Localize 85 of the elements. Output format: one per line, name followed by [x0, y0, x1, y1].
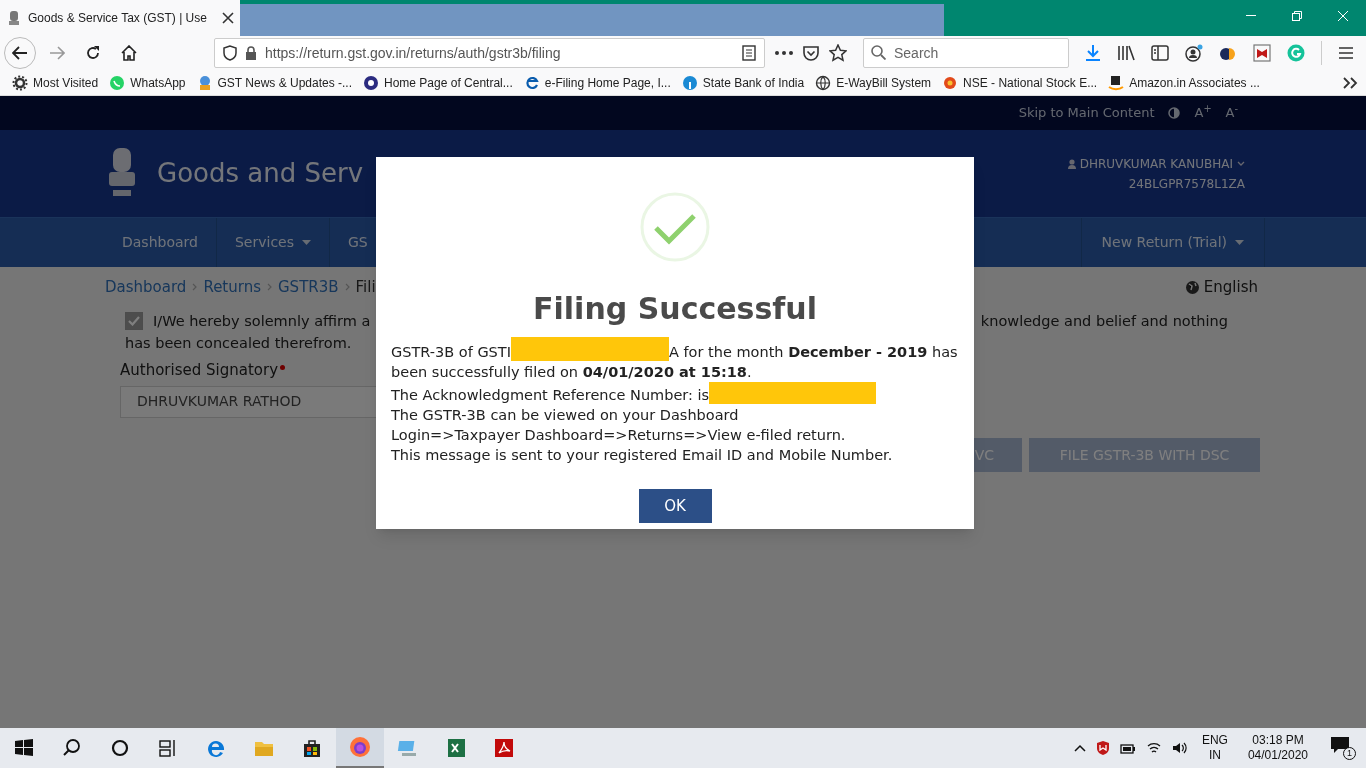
- bookmark-item[interactable]: NSE - National Stock E...: [942, 73, 1098, 92]
- bookmark-item[interactable]: Most Visited: [12, 73, 99, 92]
- chevron-double-icon[interactable]: [1342, 76, 1358, 89]
- notification-icon: [1330, 736, 1350, 754]
- language-indicator[interactable]: ENG IN: [1197, 733, 1232, 763]
- address-bar[interactable]: https://return.gst.gov.in/returns/auth/gstr3b/filing: [214, 38, 765, 68]
- chevron-right-icon: [267, 283, 272, 292]
- bookmark-item[interactable]: WhatsApp: [109, 73, 186, 92]
- search-icon: [871, 45, 886, 60]
- chat-icon: [109, 74, 126, 91]
- breadcrumb-link[interactable]: Fili: [355, 276, 376, 299]
- skip-link[interactable]: Skip to Main Content: [1018, 103, 1155, 123]
- message-text: This message is sent to your registered Email ID and Mobile Number.: [391, 446, 893, 465]
- firefox-icon: [348, 735, 372, 759]
- download-icon[interactable]: [1085, 44, 1101, 62]
- chevron-down-icon: [1237, 161, 1245, 166]
- sidebar-icon[interactable]: [1151, 45, 1169, 61]
- emblem-icon: [363, 74, 379, 91]
- dialog-title: Filing Successful: [533, 290, 817, 328]
- shield-icon: [223, 45, 237, 61]
- contrast-icon[interactable]: [1168, 107, 1181, 119]
- message-text: GSTR-3B of GSTI: [391, 344, 511, 360]
- menu-icon[interactable]: [1338, 46, 1354, 60]
- account-icon[interactable]: [1185, 44, 1203, 62]
- globe-icon: [1185, 280, 1199, 294]
- browser-tab[interactable]: Goods & Service Tax (GST) | Use: [0, 0, 240, 36]
- search-field[interactable]: Search: [863, 38, 1069, 68]
- user-menu[interactable]: DHRUVKUMAR KANUBHAI: [1067, 154, 1245, 173]
- bookmark-item[interactable]: Home Page of Central...: [363, 73, 513, 92]
- ok-button[interactable]: OK: [638, 489, 712, 523]
- minimize-icon: [1246, 15, 1256, 17]
- gear-icon: [12, 74, 28, 91]
- globe-icon: [815, 74, 832, 91]
- declaration-text: has been concealed therefrom.: [125, 334, 352, 354]
- more-icon[interactable]: [775, 51, 793, 55]
- tab-title: Goods & Service Tax (GST) | Use: [28, 10, 208, 27]
- pocket-icon[interactable]: [803, 45, 819, 61]
- declaration-text: knowledge and belief and nothing: [980, 311, 1228, 331]
- reader-view-icon[interactable]: [742, 45, 756, 61]
- forward-arrow-icon: [49, 46, 65, 60]
- notification-count: 1: [1343, 747, 1356, 760]
- font-increase-link[interactable]: A$^{+}$: [1194, 103, 1212, 123]
- star-icon[interactable]: [829, 44, 847, 62]
- font-decrease-link[interactable]: A$^{-}$: [1225, 103, 1238, 123]
- battery-icon[interactable]: [1119, 742, 1136, 754]
- declaration-checkbox[interactable]: [125, 312, 143, 331]
- lock-icon: [245, 46, 257, 60]
- notification-button[interactable]: 1: [1330, 736, 1356, 760]
- bookmark-item[interactable]: GST News & Updates -...: [196, 73, 352, 92]
- bookmark-item[interactable]: E-WayBill System: [815, 73, 932, 92]
- field-label: Authorised Signatory: [120, 360, 278, 381]
- chevron-right-icon: [344, 283, 350, 292]
- gstin-text: 24BLGPR7578L1ZA: [1128, 175, 1245, 193]
- restore-icon: [1292, 11, 1302, 21]
- wifi-icon[interactable]: [1145, 741, 1162, 755]
- firefox-button[interactable]: [336, 728, 384, 768]
- bookmark-item[interactable]: State Bank of India: [681, 73, 805, 92]
- reload-icon: [85, 45, 101, 61]
- site-title: Goods and Serv: [157, 157, 364, 190]
- url-text: https://return.gst.gov.in/returns/auth/gstr3b/filing: [265, 43, 562, 63]
- emblem-icon: [6, 9, 22, 27]
- bookmark-item[interactable]: e-Filing Home Page, I...: [523, 73, 671, 92]
- volume-icon[interactable]: [1171, 741, 1188, 755]
- success-check-icon: [640, 192, 710, 262]
- back-arrow-icon: [12, 46, 28, 60]
- close-icon[interactable]: [222, 12, 234, 24]
- smile-icon: [1108, 74, 1125, 91]
- close-icon: [1338, 11, 1348, 21]
- message-text: been successfully filed on 04/01/2020 at 15:18.: [391, 363, 752, 382]
- chevron-right-icon: [192, 283, 198, 292]
- declaration-text: I/We hereby solemnly affirm a: [153, 311, 371, 331]
- flower-icon: [942, 74, 959, 91]
- home-icon: [121, 45, 137, 61]
- user-icon: [1067, 158, 1076, 169]
- chevron-up-icon[interactable]: [1073, 744, 1086, 752]
- bookmark-item[interactable]: Amazon.in Associates ...: [1108, 73, 1260, 92]
- browser-e-icon: [523, 74, 540, 91]
- message-text: A for the month December - 2019 has: [668, 344, 958, 360]
- language-selector[interactable]: English: [1185, 276, 1258, 299]
- clock[interactable]: 03:18 PM 04/01/2020: [1241, 733, 1314, 763]
- checkmark-icon: [128, 316, 140, 327]
- shield-m-icon[interactable]: [1095, 740, 1110, 756]
- keyhole-icon: [681, 74, 698, 91]
- acrobat-icon: [492, 736, 516, 760]
- library-icon[interactable]: [1117, 45, 1135, 61]
